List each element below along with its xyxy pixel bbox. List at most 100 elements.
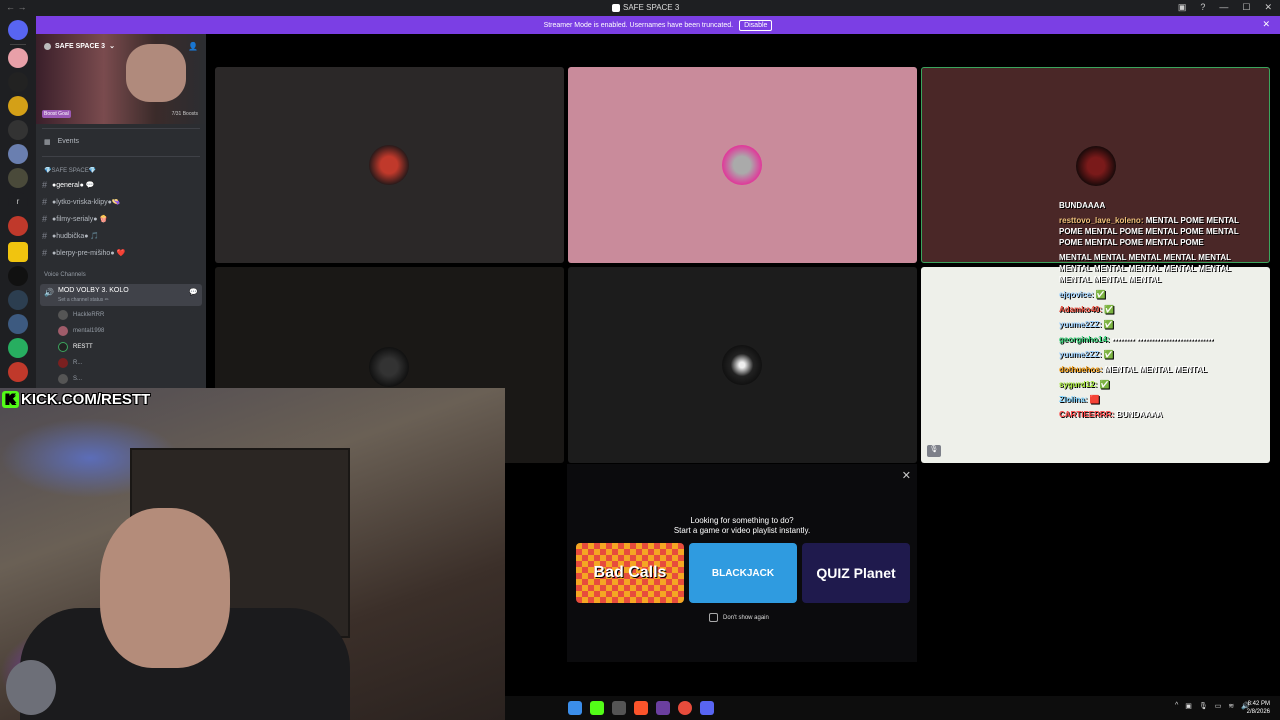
voice-category[interactable]: Voice Channels xyxy=(44,272,86,278)
server-icon[interactable] xyxy=(8,144,28,164)
participant-tile[interactable] xyxy=(568,267,917,463)
server-icon[interactable] xyxy=(8,168,28,188)
window-titlebar: ← → SAFE SPACE 3 ▣ ? — ☐ ✕ xyxy=(0,0,1280,16)
channel-label: ●lytko-vriska-klipy●👒 xyxy=(52,199,121,206)
invite-people-icon[interactable]: 👤 xyxy=(188,42,198,51)
chat-text: 🟥 xyxy=(1089,395,1100,404)
disable-button[interactable]: Disable xyxy=(739,19,773,31)
boost-goal[interactable]: Boost Goal 7/31 Boosts xyxy=(42,108,198,120)
maximize-button[interactable]: ☐ xyxy=(1242,2,1250,13)
channel-lytko-vriska-klipy[interactable]: # ●lytko-vriska-klipy●👒 xyxy=(42,195,200,209)
server-icon[interactable] xyxy=(8,266,28,286)
activity-card-quiz-planet[interactable]: QUIZ Planet xyxy=(802,543,910,603)
voice-user[interactable]: S... xyxy=(58,372,82,386)
server-icon[interactable] xyxy=(8,314,28,334)
avatar xyxy=(58,326,68,336)
server-icon[interactable] xyxy=(8,216,28,236)
windows-taskbar: ^ ▣ 🎙 ▭ ≋ 🔊 8:42 PM 2/8/2026 xyxy=(505,696,1280,720)
server-guild-icon xyxy=(44,42,51,50)
channel-category[interactable]: 💎SAFE SPACE💎 xyxy=(44,167,96,174)
voice-user[interactable]: RESTT xyxy=(58,340,93,354)
server-icon[interactable] xyxy=(8,96,28,116)
dont-show-checkbox[interactable] xyxy=(709,613,718,622)
activity-close-icon[interactable]: ✕ xyxy=(902,469,911,482)
discord-taskbar-icon[interactable] xyxy=(700,701,714,715)
nav-arrows[interactable]: ← → xyxy=(6,2,27,12)
hash-icon: # xyxy=(42,248,48,258)
participant-tile[interactable] xyxy=(568,67,917,263)
activity-launcher: ✕ Looking for something to do? Start a g… xyxy=(567,464,917,662)
channel-hudbicka[interactable]: # ●hudbička● 🎵 xyxy=(42,229,200,243)
participant-tile[interactable] xyxy=(215,67,564,263)
chat-text: MENTAL MENTAL MENTAL MENTAL MENTAL MENTA… xyxy=(1059,253,1231,284)
display-icon[interactable]: ▭ xyxy=(1215,702,1222,710)
brave-icon[interactable] xyxy=(634,701,648,715)
events-item[interactable]: ▦ Events xyxy=(44,138,79,146)
avatar xyxy=(722,145,762,185)
inbox-icon[interactable]: ▣ xyxy=(1178,2,1187,13)
clock[interactable]: 8:42 PM 2/8/2026 xyxy=(1247,700,1270,716)
activity-subtitle: Start a game or video playlist instantly… xyxy=(673,526,811,535)
app-icon[interactable] xyxy=(656,701,670,715)
hash-icon: # xyxy=(42,214,48,224)
server-icon[interactable] xyxy=(8,120,28,140)
kick-app-icon[interactable] xyxy=(590,701,604,715)
server-rail: r xyxy=(0,16,36,396)
chat-user: yuume2ZZ: xyxy=(1059,320,1102,329)
discord-home-icon[interactable] xyxy=(8,20,28,40)
chat-message: dothuehos: MENTAL MENTAL MENTAL xyxy=(1059,364,1239,375)
banner-close-icon[interactable]: ✕ xyxy=(1262,19,1270,30)
mute-icon[interactable]: 🎙 xyxy=(927,445,941,457)
calendar-icon: ▦ xyxy=(44,139,51,146)
system-tray: ^ ▣ 🎙 ▭ ≋ 🔊 xyxy=(1175,702,1250,710)
voice-user[interactable]: R... xyxy=(58,356,82,370)
voice-channel-status[interactable]: Set a channel status ✏ xyxy=(58,297,109,303)
voice-channel-name: MOD VOLBY 3. KOLO xyxy=(58,287,129,294)
chat-text: BUNDAAAA xyxy=(1059,201,1106,210)
mic-icon[interactable]: 🎙 xyxy=(1199,702,1208,710)
server-icon[interactable] xyxy=(8,72,28,92)
chat-text: ✅ xyxy=(1095,290,1106,299)
chat-text: ✅ xyxy=(1104,305,1115,314)
chat-user: Zlolina: xyxy=(1059,395,1088,404)
close-button[interactable]: ✕ xyxy=(1264,2,1272,13)
avatar xyxy=(369,347,409,387)
activity-card-bad-calls[interactable]: Bad Calls xyxy=(576,543,684,603)
voice-user[interactable]: HackleRRR xyxy=(58,308,104,322)
activity-card-blackjack[interactable]: BLACKJACK xyxy=(689,543,797,603)
wifi-icon[interactable]: ≋ xyxy=(1228,702,1234,710)
channel-filmy-serialy[interactable]: # ●filmy-serialy● 🍿 xyxy=(42,212,200,226)
banner-text: Streamer Mode is enabled. Usernames have… xyxy=(543,21,734,29)
minimize-button[interactable]: — xyxy=(1219,2,1228,13)
chat-bubble-icon[interactable]: 💬 xyxy=(189,288,198,296)
server-icon[interactable] xyxy=(8,48,28,68)
window-title-group: SAFE SPACE 3 xyxy=(612,3,679,12)
channel-label: ●blerpy-pre-mišiho● ❤️ xyxy=(52,250,126,257)
speaker-icon: 🔊 xyxy=(44,288,54,297)
chevron-down-icon: ⌄ xyxy=(109,43,115,50)
chat-message: MENTAL MENTAL MENTAL MENTAL MENTAL MENTA… xyxy=(1059,252,1239,285)
server-icon[interactable] xyxy=(8,290,28,310)
stream-chat-overlay: BUNDAAAA resttovo_lave_koleno: MENTAL PO… xyxy=(1059,200,1239,424)
server-icon[interactable] xyxy=(8,362,28,382)
chat-message: CARTIEERRR: BUNDAAAA xyxy=(1059,409,1239,420)
explorer-icon[interactable] xyxy=(612,701,626,715)
chat-message: ejqovice: ✅ xyxy=(1059,289,1239,300)
voice-user[interactable]: mental1998 xyxy=(58,324,104,338)
folder-icon[interactable] xyxy=(8,242,28,262)
channel-blerpy[interactable]: # ●blerpy-pre-mišiho● ❤️ xyxy=(42,246,200,260)
activity-title: Looking for something to do? xyxy=(690,516,794,525)
voice-channel[interactable]: 🔊 MOD VOLBY 3. KOLO Set a channel status… xyxy=(40,284,202,306)
start-icon[interactable] xyxy=(568,701,582,715)
tray-app-icon[interactable]: ▣ xyxy=(1185,702,1192,710)
channel-general[interactable]: # ●general● 💬 xyxy=(42,178,200,192)
hash-icon: # xyxy=(42,231,48,241)
server-icon[interactable]: r xyxy=(8,192,28,212)
help-icon[interactable]: ? xyxy=(1200,2,1205,13)
app-icon[interactable] xyxy=(678,701,692,715)
server-name-button[interactable]: SAFE SPACE 3 ⌄ xyxy=(44,42,115,50)
dont-show-label: Don't show again xyxy=(723,614,769,621)
dont-show-again[interactable]: Don't show again xyxy=(709,613,769,622)
chevron-up-icon[interactable]: ^ xyxy=(1175,702,1178,710)
server-icon[interactable] xyxy=(8,338,28,358)
